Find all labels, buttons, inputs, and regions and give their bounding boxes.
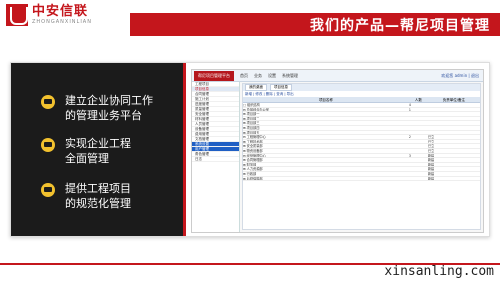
table-cell: 新建 <box>427 176 435 181</box>
table-cell <box>409 140 428 144</box>
table-cell: 新建 <box>427 171 435 176</box>
logo-en: ZHONGANXINLIAN <box>32 19 92 25</box>
app-screenshot: 帮尼项目管理平台 首页 业务 设置 系统管理 欢迎您 admin | 退出 工程… <box>191 69 484 233</box>
content-panel: 建立企业协同工作 的管理业务平台 实现企业工程 全面管理 提供工程项目 的规范化… <box>10 62 490 237</box>
banner-title: 我们的产品—帮尼项目管理 <box>310 18 490 34</box>
table-cell <box>409 117 428 121</box>
table-cell: ⊞ 项目部三 <box>243 121 260 125</box>
app-tabs: 我的桌面 项目信息 <box>243 84 480 91</box>
table-row[interactable]: ⊞ 后勤保障部 新建 <box>243 177 480 182</box>
logo-mark-icon <box>6 4 28 26</box>
table-cell <box>409 121 428 125</box>
table-cell: 3 <box>408 153 411 158</box>
table-cell <box>428 117 480 121</box>
nav-item[interactable]: 业务 <box>254 73 262 79</box>
app-main: 我的桌面 项目信息 新增 | 修改 | 删除 | 查询 | 导出 项目名称 人数… <box>242 83 481 230</box>
feature-list: 建立企业协同工作 的管理业务平台 实现企业工程 全面管理 提供工程项目 的规范化… <box>11 63 186 236</box>
table-cell: ⊞ 项目部四 <box>243 125 260 130</box>
table-cell: ⊞ 物资设备部 <box>243 148 263 153</box>
table-cell <box>428 103 480 107</box>
table-cell <box>428 131 480 135</box>
sidebar-item[interactable]: 日志 <box>192 157 239 162</box>
table-cell <box>428 108 480 112</box>
table-cell <box>409 163 428 167</box>
table-cell: ⊞ 安全质量部 <box>243 144 263 148</box>
table-cell: 4 <box>408 103 411 107</box>
feature-text: 实现企业工程 全面管理 <box>65 137 131 165</box>
table-cell <box>428 121 480 125</box>
company-logo: 中安信联 ZHONGANXINLIAN <box>6 4 92 26</box>
nav-item[interactable]: 系统管理 <box>282 73 298 79</box>
table-cell <box>428 126 480 130</box>
feature-text: 提供工程项目 的规范化管理 <box>65 182 131 210</box>
table-cell: 2 <box>408 135 411 139</box>
table-cell: ⊟ 总部综合办公室 <box>243 107 269 112</box>
table-cell: ⊞ 项目部二 <box>243 116 260 121</box>
footer-url[interactable]: xinsanling.com <box>384 264 494 279</box>
table-cell: 已立 <box>427 139 435 144</box>
table-cell <box>409 131 428 135</box>
table-cell <box>409 177 428 181</box>
table-cell: ⊞ 人力资源部 <box>243 167 263 171</box>
table-cell <box>409 126 428 130</box>
title-banner: 我们的产品—帮尼项目管理 <box>130 13 500 36</box>
table-cell: 新建 <box>427 162 435 167</box>
table-cell: ⊞ 财务部 <box>243 162 257 167</box>
table-cell <box>409 158 428 162</box>
tab-desktop[interactable]: 我的桌面 <box>245 84 267 91</box>
nav-item[interactable]: 首页 <box>240 73 248 79</box>
app-header: 帮尼项目管理平台 首页 业务 设置 系统管理 欢迎您 admin | 退出 <box>192 70 483 82</box>
logo-cn: 中安信联 <box>32 4 89 19</box>
helmet-icon <box>41 138 55 152</box>
table-cell: □ 组织结构 <box>243 103 260 107</box>
table-cell: ⊞ 合同管理部 <box>243 158 263 162</box>
app-brand: 帮尼项目管理平台 <box>194 70 234 81</box>
feature-item: 提供工程项目 的规范化管理 <box>41 181 131 211</box>
table-cell: ⊞ 后勤保障部 <box>243 176 263 181</box>
table-cell <box>428 112 480 116</box>
nav-item[interactable]: 设置 <box>268 73 276 79</box>
table-cell: ⊞ 行政部 <box>243 171 257 176</box>
tab-project[interactable]: 项目信息 <box>270 84 292 91</box>
table-cell <box>409 144 428 148</box>
table-cell: ⊞ 项目部五 <box>243 130 260 135</box>
table-cell: ⊟ 工程管理中心 <box>243 135 266 139</box>
table-cell: 已立 <box>427 135 435 139</box>
table-cell <box>409 172 428 176</box>
feature-text: 建立企业协同工作 的管理业务平台 <box>65 94 153 122</box>
table-cell: 已立 <box>427 144 435 148</box>
table-body: □ 组织结构 4 ⊟ 总部综合办公室 1 ⊞ 项目部一 ⊞ 项目部二 ⊞ 项目部三 … <box>243 103 480 182</box>
table-cell: ⊞ 工程技术部 <box>243 139 263 144</box>
table-cell <box>409 149 428 153</box>
table-cell: 新建 <box>427 153 435 158</box>
table-cell: 新建 <box>427 158 435 162</box>
app-sidebar: 工程项目 项目信息 合同管理 施工计划 进度管理 质量管理 安全管理 材料管理 人员管理 设备管理… <box>192 82 240 232</box>
table-cell: ⊞ 项目部一 <box>243 112 260 116</box>
user-info[interactable]: 欢迎您 admin | 退出 <box>441 73 479 79</box>
table-cell: ⊟ 经营管理中心 <box>243 153 266 158</box>
feature-item: 实现企业工程 全面管理 <box>41 136 131 166</box>
table-cell: 已立 <box>427 148 435 153</box>
app-nav: 首页 业务 设置 系统管理 <box>240 73 298 79</box>
table-cell: 1 <box>408 107 411 112</box>
table-cell <box>409 167 428 171</box>
helmet-icon <box>41 95 55 109</box>
helmet-icon <box>41 183 55 197</box>
table-cell: 新建 <box>427 167 435 171</box>
table-cell <box>409 112 428 116</box>
feature-item: 建立企业协同工作 的管理业务平台 <box>41 93 153 123</box>
